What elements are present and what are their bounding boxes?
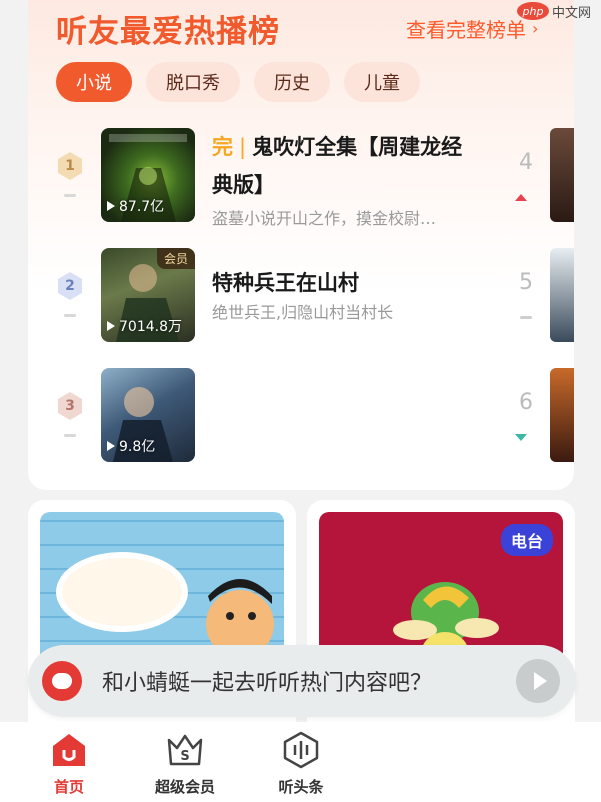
completed-tag: 完 (212, 135, 233, 159)
radio-badge: 电台 (500, 524, 553, 556)
play-icon (107, 201, 115, 211)
play-count: 9.8亿 (107, 436, 155, 456)
rank-change-dash (64, 314, 76, 317)
ranking-title: 听友最爱热播榜 (56, 14, 280, 50)
nav-headline[interactable]: 听头条 (261, 730, 341, 797)
dragonfly-avatar-icon (42, 661, 82, 701)
nav-super-vip-label: 超级会员 (154, 778, 215, 796)
tab-history[interactable]: 历史 (254, 62, 330, 102)
next-book-cover[interactable] (550, 368, 574, 462)
next-book-cover[interactable] (550, 248, 574, 342)
tab-children[interactable]: 儿童 (344, 62, 420, 102)
watermark-logo: php (517, 2, 549, 20)
ranking-row[interactable]: 3 9.8亿 6 (56, 368, 574, 462)
home-icon (49, 730, 89, 770)
play-icon (533, 672, 547, 690)
play-count: 87.7亿 (107, 196, 164, 216)
category-tabs: 小说 脱口秀 历史 儿童 (56, 62, 420, 102)
tab-talk-show[interactable]: 脱口秀 (146, 62, 240, 102)
trend-flat-icon (520, 316, 532, 319)
ranking-row[interactable]: 1 87.7亿 完 | 鬼吹灯全集【周建龙经典版】 盗墓小说开山之作，摸金校尉… 4 (56, 128, 574, 228)
assistant-play-button[interactable] (516, 659, 560, 703)
next-rank-number: 6 (519, 390, 533, 415)
watermark: php 中文网 (517, 0, 599, 22)
next-rank-number: 4 (519, 150, 533, 175)
book-title[interactable]: 完 | 鬼吹灯全集【周建龙经典版】 (212, 128, 482, 204)
trend-down-icon (515, 434, 527, 441)
next-rank-number: 5 (519, 270, 533, 295)
vip-crown-icon: S (165, 730, 205, 770)
assistant-prompt: 和小蜻蜓一起去听听热门内容吧？ (102, 671, 433, 696)
rank-change-dash (64, 194, 76, 197)
watermark-text: 中文网 (552, 5, 592, 21)
tab-novel[interactable]: 小说 (56, 62, 132, 102)
ranking-row[interactable]: 2 会员 7014.8万 特种兵王在山村 绝世兵王,归隐山村当村长 5 (56, 248, 574, 342)
assistant-bar[interactable]: 和小蜻蜓一起去听听热门内容吧？ (28, 645, 576, 717)
rank-change-dash (64, 434, 76, 437)
headline-audio-icon (281, 730, 321, 770)
nav-home[interactable]: 首页 (29, 730, 109, 797)
play-icon (107, 321, 115, 331)
svg-text:S: S (180, 749, 189, 764)
rank-badge: 1 (58, 152, 82, 180)
book-cover[interactable]: 9.8亿 (101, 368, 195, 462)
book-description: 盗墓小说开山之作，摸金校尉… (212, 209, 437, 228)
play-icon (107, 441, 115, 451)
book-description: 绝世兵王,归隐山村当村长 (212, 303, 394, 322)
nav-headline-label: 听头条 (278, 778, 324, 796)
book-title[interactable]: 特种兵王在山村 (212, 264, 482, 302)
rank-badge: 2 (58, 272, 82, 300)
next-book-cover[interactable] (550, 128, 574, 222)
rank-badge: 3 (58, 392, 82, 420)
bottom-navigation: 首页 S 超级会员 听头条 (0, 722, 601, 802)
title-separator: | (239, 135, 247, 159)
view-full-ranking-label: 查看完整榜单 (406, 18, 526, 42)
nav-super-vip[interactable]: S 超级会员 (145, 730, 225, 797)
book-cover[interactable]: 会员 7014.8万 (101, 248, 195, 342)
book-cover[interactable]: 87.7亿 (101, 128, 195, 222)
play-count: 7014.8万 (107, 316, 182, 336)
nav-home-label: 首页 (53, 778, 84, 796)
trend-up-icon (515, 194, 527, 201)
vip-tag: 会员 (156, 248, 195, 269)
